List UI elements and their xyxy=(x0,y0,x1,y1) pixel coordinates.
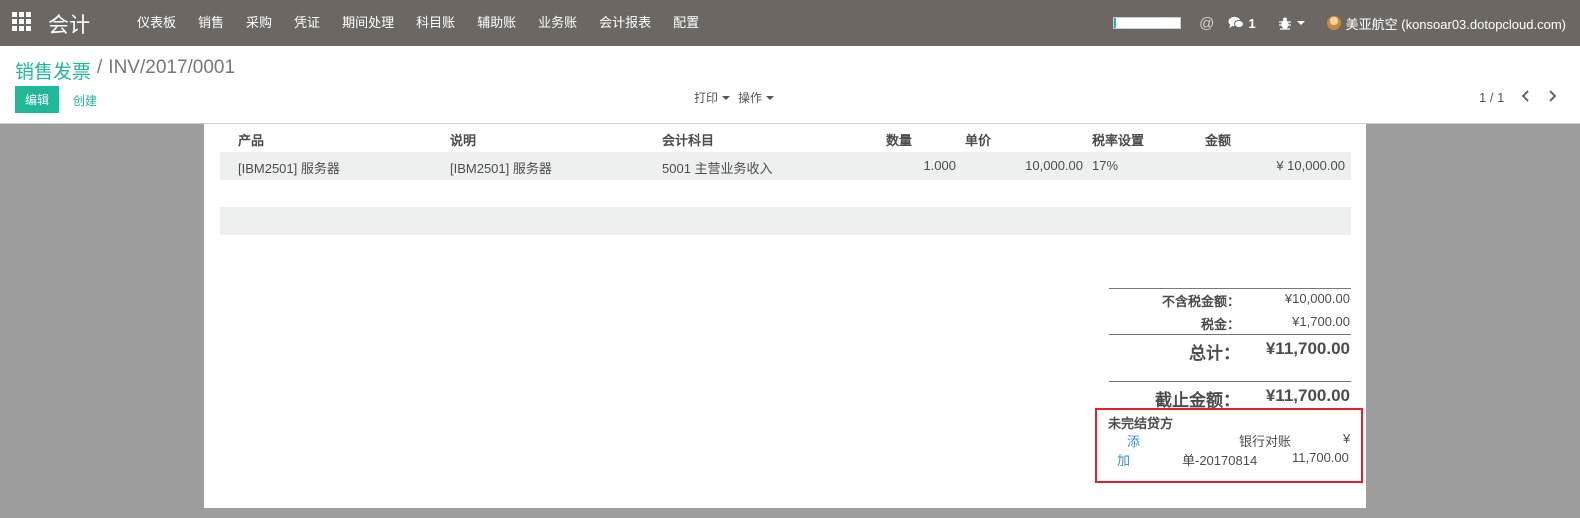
column-header-product[interactable]: 产品 xyxy=(238,130,264,149)
cell-product: [IBM2501] 服务器 xyxy=(238,161,340,176)
add-credit-link-line-1[interactable]: 添 xyxy=(1127,431,1140,450)
chevron-left-icon[interactable] xyxy=(1519,88,1533,104)
add-credit-link-line-2[interactable]: 加 xyxy=(1117,450,1130,469)
debug-menu-button[interactable] xyxy=(1278,16,1305,30)
apps-grid-icon[interactable] xyxy=(12,12,32,32)
messages-button[interactable]: 1 xyxy=(1228,15,1256,31)
table-row-empty xyxy=(220,207,1351,235)
amount-due-divider xyxy=(1109,381,1351,382)
breadcrumb-sales-invoices[interactable]: 销售发票 xyxy=(15,57,91,84)
menu-item-account-ledger[interactable]: 科目账 xyxy=(405,0,466,46)
chevron-right-icon[interactable] xyxy=(1545,88,1559,104)
cell-description: [IBM2501] 服务器 xyxy=(450,161,552,176)
outstanding-credits-title: 未完结贷方 xyxy=(1108,416,1174,431)
column-header-amount[interactable]: 金额 xyxy=(1205,130,1231,149)
top-navbar: 会计 仪表板 销售 采购 凭证 期间处理 科目账 辅助账 业务账 会计报表 配置… xyxy=(0,0,1580,46)
untaxed-amount-value: ¥10,000.00 xyxy=(1284,291,1350,306)
avatar xyxy=(1326,16,1341,30)
create-button[interactable]: 创建 xyxy=(73,92,97,109)
user-name: 美亚航空 (konsoar03.dotopcloud.com) xyxy=(1345,16,1566,32)
totals-divider xyxy=(1109,334,1351,335)
untaxed-amount-label: 不含税金额： xyxy=(1161,294,1240,309)
progress-fill xyxy=(1114,18,1117,28)
table-row[interactable]: [IBM2501] 服务器 [IBM2501] 服务器 5001 主营业务收入 … xyxy=(220,152,1351,180)
action-dropdown-label: 操作 xyxy=(738,91,763,105)
mentions-icon[interactable]: @ xyxy=(1199,15,1214,32)
chat-count-badge: 1 xyxy=(1248,15,1256,31)
total-value: ¥11,700.00 xyxy=(1265,339,1350,358)
menu-item-settings[interactable]: 配置 xyxy=(662,0,710,46)
column-header-account[interactable]: 会计科目 xyxy=(662,130,714,149)
menu-item-dashboard[interactable]: 仪表板 xyxy=(126,0,187,46)
tax-amount-value: ¥1,700.00 xyxy=(1292,314,1350,329)
user-menu[interactable]: 美亚航空 (konsoar03.dotopcloud.com) xyxy=(1326,14,1566,33)
menu-item-sales[interactable]: 销售 xyxy=(187,0,235,46)
column-header-description[interactable]: 说明 xyxy=(450,130,476,149)
column-header-tax[interactable]: 税率设置 xyxy=(1092,130,1144,149)
cell-tax: 17% xyxy=(1092,158,1119,173)
column-header-unit-price[interactable]: 单价 xyxy=(965,130,991,149)
breadcrumb: 销售发票 / INV/2017/0001 xyxy=(15,57,235,84)
print-dropdown[interactable]: 打印 xyxy=(694,89,731,106)
total-label: 总计： xyxy=(1189,344,1240,363)
cell-amount: ¥ 10,000.00 xyxy=(1276,158,1345,173)
amount-due-value: ¥11,700.00 xyxy=(1265,386,1350,405)
action-dropdown[interactable]: 操作 xyxy=(738,89,775,106)
menu-item-auxiliary-ledger[interactable]: 辅助账 xyxy=(466,0,527,46)
chevron-down-icon xyxy=(766,95,775,100)
credit-description-line-2: 单-20170814 xyxy=(1182,453,1258,468)
chevron-down-icon xyxy=(722,95,731,100)
app-title[interactable]: 会计 xyxy=(48,9,90,39)
onboarding-progress-bar[interactable] xyxy=(1113,17,1182,29)
credit-amount: 11,700.00 xyxy=(1292,450,1349,465)
menu-item-purchase[interactable]: 采购 xyxy=(235,0,283,46)
chat-bubbles-icon xyxy=(1228,16,1245,29)
menu-item-period[interactable]: 期间处理 xyxy=(331,0,405,46)
pager-value[interactable]: 1 / 1 xyxy=(1479,90,1504,105)
breadcrumb-current-record: INV/2017/0001 xyxy=(108,57,236,78)
breadcrumb-separator: / xyxy=(97,57,103,78)
menu-item-business-ledger[interactable]: 业务账 xyxy=(527,0,588,46)
column-header-quantity[interactable]: 数量 xyxy=(886,130,912,149)
bug-icon xyxy=(1278,17,1291,30)
menu-item-vouchers[interactable]: 凭证 xyxy=(283,0,331,46)
invoice-lines-header: 产品 说明 会计科目 数量 单价 税率设置 金额 xyxy=(220,126,1351,152)
main-menu: 仪表板 销售 采购 凭证 期间处理 科目账 辅助账 业务账 会计报表 配置 xyxy=(126,0,710,46)
edit-button[interactable]: 编辑 xyxy=(15,86,59,113)
menu-item-reports[interactable]: 会计报表 xyxy=(588,0,662,46)
chevron-down-icon xyxy=(1296,21,1305,25)
print-dropdown-label: 打印 xyxy=(694,91,719,105)
control-panel: 销售发票 / INV/2017/0001 编辑 创建 打印 操作 1 / 1 xyxy=(0,46,1580,124)
credit-currency: ¥ xyxy=(1343,431,1351,446)
totals-top-divider xyxy=(1109,288,1351,289)
tax-amount-label: 税金： xyxy=(1200,317,1240,332)
credit-description-line-1: 银行对账 xyxy=(1239,434,1292,449)
cell-account: 5001 主营业务收入 xyxy=(662,161,773,176)
cell-unit-price: 10,000.00 xyxy=(1025,158,1083,173)
cell-quantity: 1.000 xyxy=(923,158,956,173)
navbar-right: @ 1 美亚航空 (konsoar03.dotopcloud.com) xyxy=(1113,0,1580,46)
